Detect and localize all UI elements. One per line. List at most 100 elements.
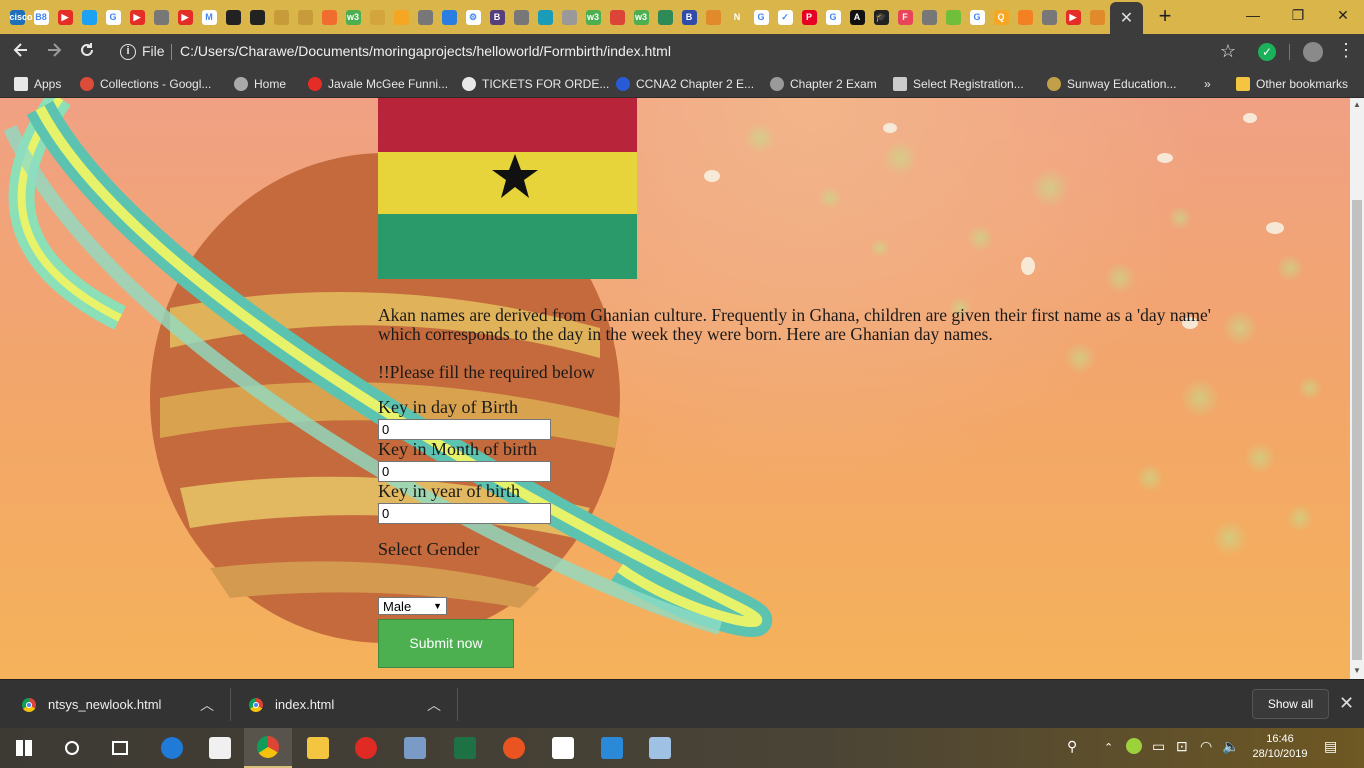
leaf-icon[interactable]: [942, 6, 964, 28]
github-icon[interactable]: [246, 6, 268, 28]
bookmark-item[interactable]: Javale McGee Funni...: [308, 75, 448, 93]
taskbar-app[interactable]: [539, 728, 587, 768]
bookmark-icon[interactable]: [390, 6, 412, 28]
bookmark-item[interactable]: Chapter 2 Exam: [770, 75, 877, 93]
github-icon[interactable]: [222, 6, 244, 28]
youtube-icon[interactable]: ▶: [174, 6, 196, 28]
taskbar-app[interactable]: [391, 728, 439, 768]
info-icon[interactable]: i: [120, 44, 136, 60]
w3-icon[interactable]: w3: [342, 6, 364, 28]
globe-icon[interactable]: [414, 6, 436, 28]
w3-icon[interactable]: w3: [582, 6, 604, 28]
b8-icon[interactable]: B8: [30, 6, 52, 28]
taskbar-app[interactable]: [244, 728, 292, 768]
youtube-icon[interactable]: ▶: [54, 6, 76, 28]
b-icon[interactable]: B: [486, 6, 508, 28]
month-input[interactable]: [378, 461, 551, 482]
globe-icon[interactable]: [558, 6, 580, 28]
bookmark-item[interactable]: CCNA2 Chapter 2 E...: [616, 75, 754, 93]
google-icon[interactable]: G: [966, 6, 988, 28]
gear-icon[interactable]: ⚙: [462, 6, 484, 28]
cap-icon[interactable]: [534, 6, 556, 28]
close-tab-icon[interactable]: ✕: [1120, 8, 1133, 28]
forward-button[interactable]: [43, 41, 65, 63]
youtube-icon[interactable]: ▶: [1062, 6, 1084, 28]
taskbar-app[interactable]: [196, 728, 244, 768]
f-icon[interactable]: F: [894, 6, 916, 28]
year-input[interactable]: [378, 503, 551, 524]
extension-check-icon[interactable]: ✓: [1258, 43, 1276, 61]
globe-icon[interactable]: [1038, 6, 1060, 28]
leaf-icon[interactable]: [1086, 6, 1108, 28]
download-item[interactable]: index.html: [249, 680, 334, 729]
taskbar-app[interactable]: [588, 728, 636, 768]
notifications-icon[interactable]: ▤: [1324, 738, 1337, 755]
taskbar-app[interactable]: [441, 728, 489, 768]
gmail-icon[interactable]: M: [198, 6, 220, 28]
bookmark-item[interactable]: Other bookmarks: [1236, 75, 1348, 93]
maximize-button[interactable]: ❐: [1278, 4, 1318, 26]
bookmark-item[interactable]: Sunway Education...: [1047, 75, 1176, 93]
back-button[interactable]: [10, 41, 32, 63]
scroll-down-icon[interactable]: ▼: [1352, 666, 1362, 676]
download-item[interactable]: ntsys_newlook.html: [22, 680, 161, 729]
bookmark-item[interactable]: TICKETS FOR ORDE...: [462, 75, 609, 93]
chevron-up-icon[interactable]: ︿: [427, 695, 441, 715]
tree-icon[interactable]: [294, 6, 316, 28]
edge-icon[interactable]: [438, 6, 460, 28]
people-icon[interactable]: ⚲: [1067, 738, 1077, 755]
url-text[interactable]: C:/Users/Charawe/Documents/moringaprojec…: [180, 43, 671, 59]
minimize-button[interactable]: —: [1233, 4, 1273, 26]
taskbar-app[interactable]: [48, 728, 96, 768]
leaf-icon[interactable]: [702, 6, 724, 28]
globe-icon[interactable]: [918, 6, 940, 28]
day-input[interactable]: [378, 419, 551, 440]
a-icon[interactable]: A: [846, 6, 868, 28]
taskbar-app[interactable]: [96, 728, 144, 768]
globe-icon[interactable]: [510, 6, 532, 28]
close-window-button[interactable]: ✕: [1323, 4, 1363, 26]
taskbar-app[interactable]: [0, 728, 48, 768]
kebab-menu-icon[interactable]: ⋮: [1337, 40, 1355, 61]
system-clock[interactable]: 16:46 28/10/2019: [1250, 732, 1310, 762]
chevron-up-icon[interactable]: ︿: [200, 695, 214, 715]
globe-icon[interactable]: [150, 6, 172, 28]
taskbar-app[interactable]: [148, 728, 196, 768]
active-tab[interactable]: ✕: [1110, 2, 1143, 34]
bookmark-item[interactable]: »: [1204, 75, 1211, 93]
b-icon[interactable]: B: [678, 6, 700, 28]
chrome-icon[interactable]: [606, 6, 628, 28]
taskbar-app[interactable]: [636, 728, 684, 768]
w3-icon[interactable]: w3: [630, 6, 652, 28]
scroll-up-icon[interactable]: ▲: [1352, 100, 1362, 110]
tree-icon[interactable]: [270, 6, 292, 28]
diamond-icon[interactable]: [318, 6, 340, 28]
scrollbar-thumb[interactable]: [1352, 200, 1362, 660]
reload-button[interactable]: [76, 41, 98, 63]
wifi-icon[interactable]: ◠: [1200, 738, 1212, 755]
shell-icon[interactable]: [654, 6, 676, 28]
taskbar-app[interactable]: [294, 728, 342, 768]
google-icon[interactable]: G: [822, 6, 844, 28]
bookmark-item[interactable]: Select Registration...: [893, 75, 1024, 93]
bookmark-item[interactable]: Collections - Googl...: [80, 75, 211, 93]
bookmark-item[interactable]: Apps: [14, 75, 61, 93]
address-bar[interactable]: i File C:/Users/Charawe/Documents/moring…: [108, 38, 1248, 66]
gender-select[interactable]: Male ▼: [378, 597, 447, 615]
taskbar-app[interactable]: [342, 728, 390, 768]
close-shelf-icon[interactable]: ✕: [1339, 693, 1354, 714]
pinterest-icon[interactable]: P: [798, 6, 820, 28]
battery-icon[interactable]: ▭: [1152, 738, 1165, 755]
stack-icon[interactable]: [1014, 6, 1036, 28]
cisco-icon[interactable]: cisco: [6, 6, 33, 28]
mortarboard-icon[interactable]: 🎓: [870, 6, 892, 28]
q-icon[interactable]: Q: [990, 6, 1012, 28]
tray-app-icon[interactable]: [1126, 738, 1142, 757]
volume-icon[interactable]: 🔈: [1222, 738, 1239, 755]
submit-button[interactable]: Submit now: [378, 619, 514, 668]
bookmark-item[interactable]: Home: [234, 75, 286, 93]
sketch-icon[interactable]: [366, 6, 388, 28]
tray-chevron-icon[interactable]: ⌃: [1104, 741, 1113, 754]
bookmark-star-icon[interactable]: ☆: [1220, 41, 1236, 62]
profile-avatar[interactable]: [1303, 42, 1323, 62]
